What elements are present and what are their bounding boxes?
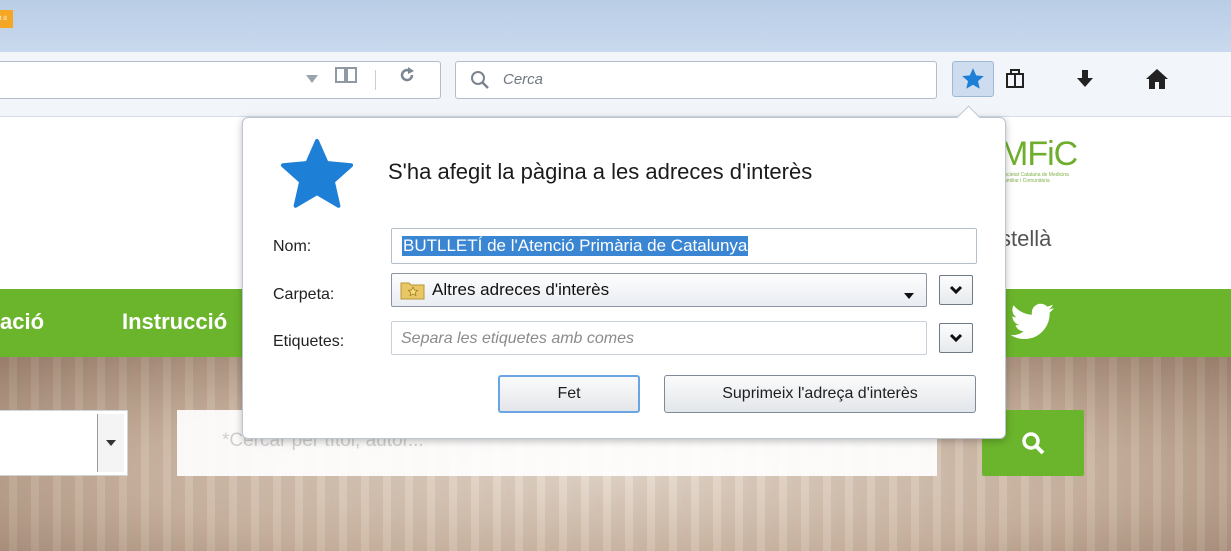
search-placeholder: Cerca <box>503 71 544 88</box>
star-icon <box>277 136 357 219</box>
history-dropdown-icon[interactable] <box>300 62 324 98</box>
done-button[interactable]: Fet <box>498 375 640 413</box>
tab-badge[interactable]: t d <box>0 10 13 28</box>
url-bar[interactable] <box>0 61 441 99</box>
folder-value: Altres adreces d'interès <box>432 280 610 299</box>
hero-select-dropdown-button[interactable] <box>97 414 124 472</box>
twitter-icon[interactable] <box>1010 303 1056 346</box>
site-logo[interactable]: MFiC <box>1000 134 1078 174</box>
search-icon <box>1022 432 1045 455</box>
folder-label: Carpeta: <box>273 286 335 303</box>
expand-tags-button[interactable] <box>939 323 973 353</box>
name-label: Nom: <box>273 238 312 255</box>
reload-icon[interactable] <box>392 62 422 98</box>
hero-category-select[interactable] <box>0 410 128 476</box>
search-icon <box>469 69 491 96</box>
url-separator <box>375 70 376 90</box>
chevron-down-icon <box>949 285 963 295</box>
folder-select[interactable]: Altres adreces d'interès <box>391 273 927 307</box>
home-icon <box>1146 69 1168 89</box>
navigation-toolbar: oul Cerca <box>0 52 1231 117</box>
caret-down-icon <box>904 286 914 304</box>
tags-label: Etiquetes: <box>273 333 345 350</box>
panel-title: S'ha afegit la pàgina a les adreces d'in… <box>388 159 813 184</box>
remove-bookmark-button[interactable]: Suprimeix l'adreça d'interès <box>664 375 976 413</box>
search-bar[interactable]: Cerca <box>455 61 937 99</box>
home-button[interactable] <box>1136 61 1178 97</box>
site-logo-subtitle: Societat Catalana de Medicina Familiar i… <box>1001 172 1069 184</box>
chevron-down-icon <box>949 333 963 343</box>
bookmark-name-value: BUTLLETÍ de l'Atenció Primària de Catalu… <box>402 236 749 256</box>
expand-folder-tree-button[interactable] <box>939 275 973 305</box>
bookmarks-menu-icon <box>1006 69 1024 88</box>
caret-down-icon <box>106 440 116 446</box>
nav-item-informacio[interactable]: ació <box>0 308 44 336</box>
nav-item-instruccions[interactable]: Instrucció <box>122 308 227 336</box>
bookmarks-menu-button[interactable] <box>994 61 1036 97</box>
star-icon <box>962 68 984 89</box>
tags-placeholder: Separa les etiquetes amb comes <box>401 330 635 347</box>
bookmark-star-button[interactable] <box>952 61 994 97</box>
download-arrow-icon <box>1077 70 1093 87</box>
bookmark-added-panel: S'ha afegit la pàgina a les adreces d'in… <box>242 105 1006 439</box>
folder-star-icon <box>400 280 426 305</box>
language-link[interactable]: stellà <box>1000 224 1051 254</box>
bookmark-name-input[interactable]: BUTLLETÍ de l'Atenció Primària de Catalu… <box>391 228 977 264</box>
tab-strip: t d <box>0 0 1231 52</box>
tags-input[interactable]: Separa les etiquetes amb comes <box>391 321 927 355</box>
downloads-button[interactable] <box>1064 61 1106 97</box>
reader-view-icon[interactable] <box>330 62 362 98</box>
